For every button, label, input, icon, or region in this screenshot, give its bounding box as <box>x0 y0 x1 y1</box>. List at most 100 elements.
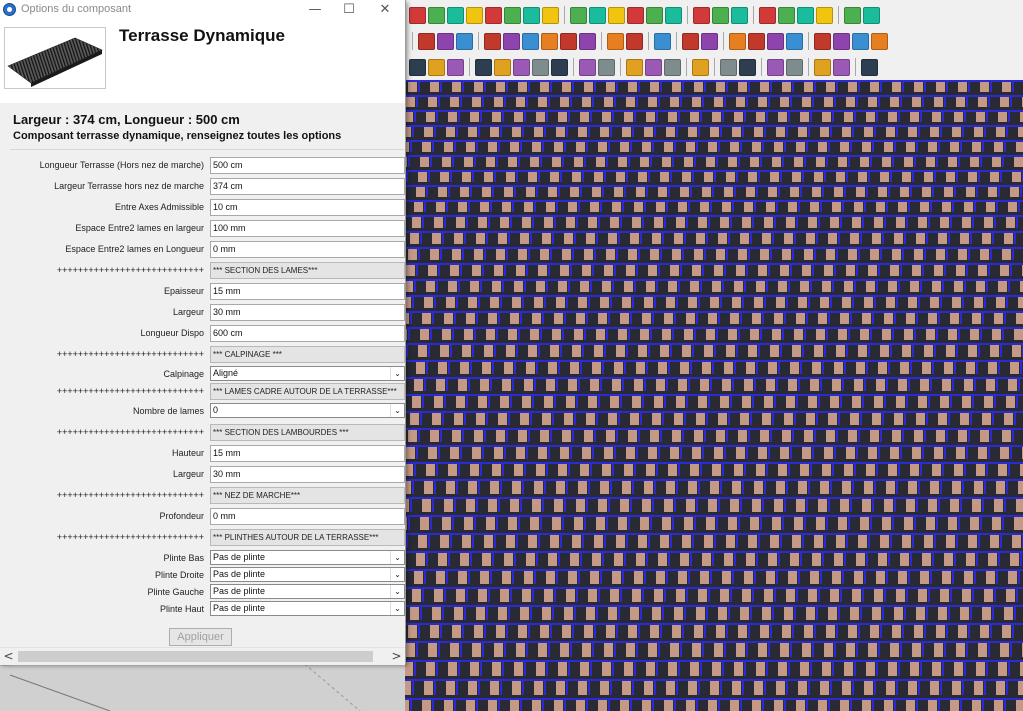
option-input[interactable]: 600 cm <box>210 325 405 342</box>
scale-icon[interactable] <box>485 6 502 24</box>
view-right-icon[interactable] <box>627 6 644 24</box>
extents-icon[interactable] <box>664 58 681 76</box>
xy-icon[interactable] <box>503 32 520 50</box>
view-back-icon[interactable] <box>646 6 663 24</box>
chevron-down-icon[interactable]: ⌄ <box>390 568 404 581</box>
point-icon[interactable] <box>729 32 746 50</box>
settings-icon[interactable] <box>844 6 861 24</box>
eraser-icon[interactable] <box>447 58 464 76</box>
scroll-right-icon[interactable]: > <box>388 648 405 665</box>
close-button[interactable]: ✕ <box>366 0 404 19</box>
option-input[interactable]: 15 mm <box>210 283 405 300</box>
option-select[interactable]: 0 ⌄ <box>210 403 405 418</box>
ruby-icon[interactable] <box>863 6 880 24</box>
view-front-icon[interactable] <box>608 6 625 24</box>
horizontal-scrollbar[interactable]: < > <box>0 647 405 665</box>
option-select[interactable]: Pas de plinte ⌄ <box>210 550 405 565</box>
shadow-icon[interactable] <box>833 58 850 76</box>
line-icon[interactable] <box>682 32 699 50</box>
explode-icon[interactable] <box>797 6 814 24</box>
select-icon[interactable] <box>428 58 445 76</box>
text-icon[interactable] <box>532 58 549 76</box>
option-input[interactable]: 30 mm <box>210 466 405 483</box>
dialog-titlebar[interactable]: Options du composant — ☐ ✕ <box>0 0 405 19</box>
section-cut-icon[interactable] <box>731 6 748 24</box>
skin-icon[interactable] <box>484 32 501 50</box>
options-form[interactable]: Longueur Terrasse (Hors nez de marche) 50… <box>10 149 405 625</box>
sandbox-icon[interactable] <box>456 32 473 50</box>
section-show-icon[interactable] <box>712 6 729 24</box>
stop-icon[interactable] <box>560 32 577 50</box>
view-iso-icon[interactable] <box>570 6 587 24</box>
tape-icon[interactable] <box>475 58 492 76</box>
chevron-down-icon[interactable]: ⌄ <box>390 551 404 564</box>
option-input[interactable]: 15 mm <box>210 445 405 462</box>
protractor-icon[interactable] <box>513 58 530 76</box>
component-icon[interactable] <box>759 6 776 24</box>
look-icon[interactable] <box>598 58 615 76</box>
walk-icon[interactable] <box>579 58 596 76</box>
label-icon[interactable] <box>551 58 568 76</box>
push-icon[interactable] <box>504 6 521 24</box>
chevron-down-icon[interactable]: ⌄ <box>390 404 404 417</box>
option-input[interactable]: 0 mm <box>210 508 405 525</box>
view-top-icon[interactable] <box>589 6 606 24</box>
freehand-icon[interactable] <box>654 32 671 50</box>
snap-icon[interactable] <box>814 32 831 50</box>
curve-icon[interactable] <box>579 32 596 50</box>
sub-icon[interactable] <box>522 32 539 50</box>
chevron-down-icon[interactable]: ⌄ <box>390 585 404 598</box>
minimize-button[interactable]: — <box>296 0 334 19</box>
section-icon[interactable] <box>693 6 710 24</box>
angle-icon[interactable] <box>871 32 888 50</box>
scrollbar-thumb[interactable] <box>18 651 373 662</box>
move-icon[interactable] <box>447 6 464 24</box>
image-icon[interactable] <box>626 32 643 50</box>
material-icon[interactable] <box>814 58 831 76</box>
guide-icon[interactable] <box>767 32 784 50</box>
zoom-icon[interactable] <box>626 58 643 76</box>
fog-icon[interactable] <box>786 58 803 76</box>
position-camera-icon[interactable] <box>692 58 709 76</box>
terrace-deck-render[interactable] <box>405 80 1023 711</box>
zoom-window-icon[interactable] <box>645 58 662 76</box>
option-select[interactable]: Aligné ⌄ <box>210 366 405 381</box>
scroll-left-icon[interactable]: < <box>0 648 17 665</box>
layers-icon[interactable] <box>720 58 737 76</box>
sky-icon[interactable] <box>861 58 878 76</box>
maximize-button[interactable]: ☐ <box>330 0 368 19</box>
outliner-icon[interactable] <box>739 58 756 76</box>
styles-icon[interactable] <box>767 58 784 76</box>
paint-icon[interactable] <box>428 6 445 24</box>
tee-icon[interactable] <box>852 32 869 50</box>
option-input[interactable]: 100 mm <box>210 220 405 237</box>
arc-icon[interactable] <box>701 32 718 50</box>
view-left-icon[interactable] <box>665 6 682 24</box>
option-input[interactable]: 10 cm <box>210 199 405 216</box>
follow-icon[interactable] <box>542 6 559 24</box>
intersect-icon[interactable] <box>816 6 833 24</box>
orbit-icon[interactable] <box>409 6 426 24</box>
option-input[interactable]: 374 cm <box>210 178 405 195</box>
array-icon[interactable] <box>786 32 803 50</box>
axes-icon[interactable] <box>748 32 765 50</box>
option-select[interactable]: Pas de plinte ⌄ <box>210 584 405 599</box>
lock-icon[interactable] <box>418 32 435 50</box>
chevron-down-icon[interactable]: ⌄ <box>390 367 404 380</box>
shapes-icon[interactable] <box>437 32 454 50</box>
grid-icon[interactable] <box>607 32 624 50</box>
option-input[interactable]: 0 mm <box>210 241 405 258</box>
option-select[interactable]: Pas de plinte ⌄ <box>210 601 405 616</box>
offset-icon[interactable] <box>523 6 540 24</box>
chevron-down-icon[interactable]: ⌄ <box>390 602 404 615</box>
option-input[interactable]: 500 cm <box>210 157 405 174</box>
option-input[interactable]: 30 mm <box>210 304 405 321</box>
option-select[interactable]: Pas de plinte ⌄ <box>210 567 405 582</box>
cross-icon[interactable] <box>833 32 850 50</box>
pencil-icon[interactable] <box>409 58 426 76</box>
group-icon[interactable] <box>778 6 795 24</box>
play-icon[interactable] <box>541 32 558 50</box>
dimension-icon[interactable] <box>494 58 511 76</box>
apply-button[interactable]: Appliquer <box>169 628 232 646</box>
rotate-icon[interactable] <box>466 6 483 24</box>
